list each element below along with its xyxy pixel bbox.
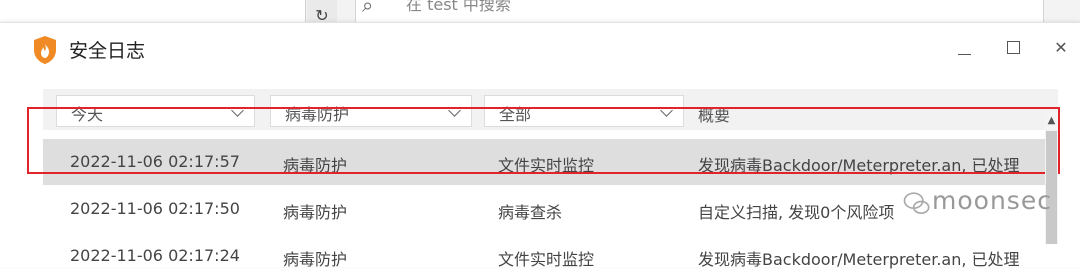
maximize-button[interactable] <box>998 35 1028 61</box>
row-time: 2022-11-06 02:17:24 <box>70 246 240 265</box>
row-source: 文件实时监控 <box>498 250 595 269</box>
dialog-title: 安全日志 <box>69 40 146 62</box>
scroll-up-arrow-icon[interactable]: ▲ <box>1045 115 1058 127</box>
row-source: 病毒查杀 <box>498 203 563 222</box>
search-placeholder: 在 test 中搜索 <box>406 0 511 14</box>
selection-highlight-box <box>27 107 1060 174</box>
table-row[interactable]: 2022-11-06 02:17:24 病毒防护 文件实时监控 发现病毒Back… <box>43 233 1046 279</box>
row-summary: 发现病毒Backdoor/Meterpreter.an, 已处理 <box>698 250 1020 269</box>
row-time: 2022-11-06 02:17:50 <box>70 199 240 218</box>
close-button[interactable]: ✕ <box>1046 35 1076 61</box>
row-summary: 自定义扫描, 发现0个风险项 <box>698 203 895 222</box>
vertical-scrollbar[interactable]: ▲ <box>1045 113 1058 244</box>
wechat-watermark-icon <box>903 192 930 214</box>
row-category: 病毒防护 <box>283 203 348 222</box>
search-icon: ⌕ <box>362 0 374 17</box>
close-icon: ✕ <box>1054 38 1068 57</box>
shield-flame-icon <box>34 36 56 64</box>
maximize-icon <box>1007 41 1020 54</box>
table-row[interactable]: 2022-11-06 02:17:50 病毒防护 病毒查杀 自定义扫描, 发现0… <box>43 186 1046 232</box>
minimize-icon <box>958 54 971 55</box>
title-bar: 安全日志 ✕ <box>0 23 1080 73</box>
row-category: 病毒防护 <box>283 250 348 269</box>
watermark-text: moonsec <box>932 186 1052 215</box>
minimize-button[interactable] <box>950 35 980 61</box>
